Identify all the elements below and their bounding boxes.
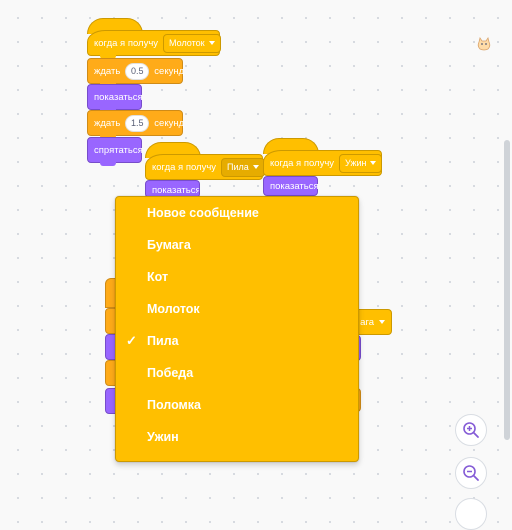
when-i-receive-hat-block[interactable]: когда я получу Пила <box>145 154 265 180</box>
dropdown-menu-item-label: Новое сообщение <box>147 206 259 220</box>
chevron-down-icon <box>252 165 259 169</box>
dropdown-menu-item[interactable]: Ужин <box>116 421 358 453</box>
wait-block[interactable]: ждать 1.5 секунд <box>87 110 185 139</box>
message-dropdown[interactable]: Пила <box>221 157 265 177</box>
message-dropdown-value: Ужин <box>345 158 367 168</box>
workspace-scrollbar-thumb[interactable] <box>504 140 510 440</box>
checkmark-icon: ✓ <box>126 333 137 348</box>
when-i-receive-hat-block[interactable]: когда я получу Молоток <box>87 30 221 59</box>
dropdown-menu-item-label: Поломка <box>147 398 202 412</box>
cat-sprite-icon <box>477 37 491 51</box>
dropdown-menu-item[interactable]: Победа <box>116 357 358 389</box>
show-label: показаться <box>270 180 319 192</box>
block-label: когда я получу <box>94 37 159 49</box>
seconds-label: секунд <box>154 65 185 77</box>
chevron-down-icon <box>208 41 215 45</box>
wait-label: ждать <box>94 117 121 129</box>
zoom-in-button[interactable] <box>455 414 487 446</box>
dropdown-menu-item-label: Бумага <box>147 238 191 252</box>
workspace-scrollbar[interactable] <box>502 0 512 504</box>
dropdown-menu-item-label: Кот <box>147 270 169 284</box>
zoom-out-button[interactable] <box>455 457 487 489</box>
dropdown-menu-item[interactable]: Бумага <box>116 229 358 261</box>
when-i-receive-hat-block[interactable]: когда я получу Ужин <box>263 150 383 176</box>
dropdown-menu-item[interactable]: Молоток <box>116 293 358 325</box>
seconds-label: секунд <box>154 117 185 129</box>
message-dropdown-value: Молоток <box>169 38 205 48</box>
dropdown-menu-item[interactable]: ✓ Пила <box>116 325 358 357</box>
message-dropdown-menu: Новое сообщение Бумага Кот Молоток ✓ Пила Побе… <box>115 196 359 462</box>
zoom-reset-button[interactable] <box>455 498 487 530</box>
show-label: показаться <box>152 185 200 196</box>
show-block[interactable]: показаться <box>87 84 143 113</box>
message-dropdown[interactable]: Ужин <box>339 153 383 173</box>
dropdown-menu-item-label: Пила <box>147 334 179 348</box>
message-dropdown-value: ага <box>360 316 374 328</box>
wait-seconds-input[interactable]: 0.5 <box>125 62 150 80</box>
dropdown-menu-item[interactable]: Кот <box>116 261 358 293</box>
block-label: когда я получу <box>152 161 217 173</box>
wait-label: ждать <box>94 65 121 77</box>
chevron-down-icon <box>370 161 377 165</box>
show-label: показаться <box>94 91 143 103</box>
dropdown-menu-item-label: Молоток <box>147 302 200 316</box>
wait-seconds-input[interactable]: 1.5 <box>125 114 150 132</box>
chevron-down-icon <box>379 320 385 324</box>
hide-block[interactable]: спрятаться <box>87 137 143 166</box>
dropdown-menu-item[interactable]: Поломка <box>116 389 358 421</box>
show-block[interactable]: показаться <box>263 176 319 196</box>
wait-block[interactable]: ждать 0.5 секунд <box>87 58 185 87</box>
dropdown-menu-item[interactable]: Новое сообщение <box>116 197 358 229</box>
block-notch <box>100 161 116 166</box>
dropdown-menu-item-label: Ужин <box>147 430 179 444</box>
block-label: когда я получу <box>270 157 335 169</box>
zoom-in-icon <box>463 422 479 438</box>
hide-label: спрятаться <box>94 144 143 156</box>
dropdown-menu-item-label: Победа <box>147 366 194 380</box>
zoom-out-icon <box>463 465 479 481</box>
message-dropdown[interactable]: Молоток <box>163 33 221 53</box>
message-dropdown-value: Пила <box>227 162 249 172</box>
